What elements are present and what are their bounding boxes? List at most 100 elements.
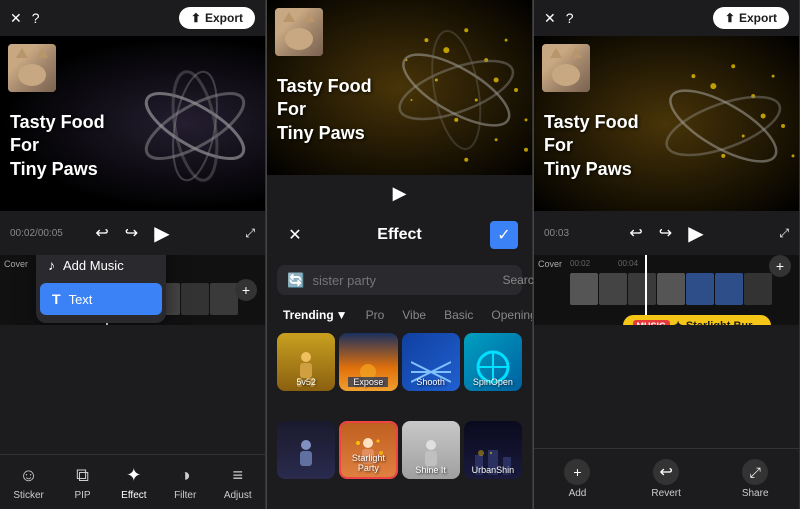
playback-bar-1: ↩ ↪ ▶ 00:02/00:05 ⤢ (0, 211, 265, 255)
preview-area-1: Tasty FoodForTiny Paws (0, 36, 265, 211)
thumb-6 (181, 283, 209, 315)
playback-bar-3: ↩ ↪ ▶ 00:03 ⤢ (534, 211, 799, 255)
text-item[interactable]: T Text (40, 283, 162, 315)
pip-icon: ⧉ (71, 463, 95, 487)
effect-name-1: Expose (339, 377, 397, 387)
cat-thumbnail-1 (8, 44, 56, 92)
share-icon: ⤢ (742, 459, 768, 485)
effect-item-3[interactable]: SpinOpen (464, 333, 522, 391)
tab-trending[interactable]: Trending ▼ (277, 305, 354, 325)
thumb-7 (210, 283, 238, 315)
thumb-3-4 (657, 273, 685, 305)
search-input[interactable] (312, 273, 488, 288)
effect-item-5[interactable]: Starlight Party (339, 421, 397, 479)
top-bar-left-1: ✕ ? (10, 10, 40, 27)
help-button-1[interactable]: ? (32, 10, 40, 26)
effect-check-button[interactable]: ✓ (490, 221, 518, 249)
action-share[interactable]: ⤢ Share (742, 459, 769, 499)
export-button-3[interactable]: ⬆ Export (713, 7, 789, 29)
music-icon: ♪ (48, 257, 55, 273)
sticker-icon: ☺ (17, 463, 41, 487)
close-button-1[interactable]: ✕ (10, 10, 22, 27)
effect-item-7[interactable]: UrbanShin (464, 421, 522, 479)
effect-name-0: 5v52 (277, 377, 335, 387)
effect-item-4[interactable] (277, 421, 335, 479)
timeline-times-3: 00:02 00:04 (570, 259, 638, 268)
time-display-3: 00:03 (544, 228, 569, 239)
tab-basic[interactable]: Basic (438, 305, 479, 325)
revert-label: Revert (651, 488, 680, 499)
export-button-1[interactable]: ⬆ Export (179, 7, 255, 29)
metallic-rings-1 (135, 66, 255, 186)
effect-name-2: Shooth (402, 377, 460, 387)
toolbar-adjust[interactable]: ≡ Adjust (224, 463, 252, 501)
trending-arrow: ▼ (336, 308, 348, 322)
timeline-area-1: 00:02 00:02 00:04 Cover + ♪ Add Music T … (0, 255, 265, 325)
starlight-tag: MUSIC (633, 320, 670, 326)
add-music-label: Add Music (63, 258, 124, 273)
expand-button-3[interactable]: ⤢ (779, 226, 789, 241)
cat-thumbnail-2 (275, 8, 323, 56)
add-clip-button-1[interactable]: + (235, 279, 257, 301)
toolbar-sticker[interactable]: ☺ Sticker (13, 463, 44, 501)
panel-2: Tasty FoodForTiny Paws ▶ ✕ Effect ✓ 🔄 Se… (267, 0, 533, 509)
play-button-1[interactable]: ▶ (154, 221, 169, 246)
toolbar-pip[interactable]: ⧉ PIP (71, 463, 95, 501)
effect-name-6: Shine It (402, 465, 460, 475)
effect-header: ✕ Effect ✓ (267, 211, 532, 259)
thumb-strip-3 (570, 273, 772, 305)
effect-close-button[interactable]: ✕ (281, 221, 309, 249)
toolbar-effect[interactable]: ✦ Effect (121, 463, 146, 501)
help-button-3[interactable]: ? (566, 10, 574, 26)
thumb-3-5 (686, 273, 714, 305)
effect-item-0[interactable]: 5v52 (277, 333, 335, 391)
action-add[interactable]: + Add (564, 459, 590, 499)
effect-thumb-4 (277, 421, 335, 479)
effect-icon: ✦ (122, 463, 146, 487)
preview-area-3: Tasty FoodForTiny Paws (534, 36, 799, 211)
undo-button-1[interactable]: ↩ (95, 223, 108, 243)
effects-grid: 5v52 Expose Shooth SpinOpen (267, 329, 532, 509)
expand-button-1[interactable]: ⤢ (245, 226, 255, 241)
filter-icon: ◑ (173, 463, 197, 487)
undo-button-3[interactable]: ↩ (629, 223, 642, 243)
cover-label-1: Cover (4, 259, 28, 269)
close-button-3[interactable]: ✕ (544, 10, 556, 27)
export-icon-1: ⬆ (191, 11, 201, 25)
tab-vibe[interactable]: Vibe (396, 305, 432, 325)
action-revert[interactable]: ↩ Revert (651, 459, 680, 499)
effect-item-1[interactable]: Expose (339, 333, 397, 391)
effect-item-6[interactable]: Shine It (402, 421, 460, 479)
popup-menu-1: ♪ Add Music T Text (36, 255, 166, 323)
thumb-3-1 (570, 273, 598, 305)
playback-bar-2: ▶ (267, 175, 532, 211)
bottom-action-bar-3: + Add ↩ Revert ⤢ Share (534, 448, 799, 509)
add-icon: + (564, 459, 590, 485)
redo-button-3[interactable]: ↪ (659, 223, 672, 243)
toolbar-filter[interactable]: ◑ Filter (173, 463, 197, 501)
preview-title-2: Tasty FoodForTiny Paws (277, 75, 372, 145)
text-icon: T (52, 291, 61, 307)
play-button-2[interactable]: ▶ (393, 183, 407, 204)
top-bar-3: ✕ ? ⬆ Export (534, 0, 799, 36)
tab-pro[interactable]: Pro (360, 305, 391, 325)
redo-button-1[interactable]: ↪ (125, 223, 138, 243)
top-bar-1: ✕ ? ⬆ Export (0, 0, 265, 36)
effect-name-5: Starlight Party (341, 453, 395, 473)
effect-item-2[interactable]: Shooth (402, 333, 460, 391)
cover-label-3: Cover (538, 259, 562, 269)
export-label-3: Export (739, 11, 777, 25)
add-music-item[interactable]: ♪ Add Music (36, 255, 166, 281)
play-button-3[interactable]: ▶ (688, 221, 703, 246)
cat-thumbnail-3 (542, 44, 590, 92)
text-label: Text (69, 292, 93, 307)
preview-area-2: Tasty FoodForTiny Paws (267, 0, 532, 175)
timeline-area-3: 00:02 00:04 Cover + MUSIC ✦ Starlight Bu… (534, 255, 799, 325)
tab-opening[interactable]: Opening&Clos (485, 305, 532, 325)
panel-3: ✕ ? ⬆ Export (534, 0, 800, 509)
export-label-1: Export (205, 11, 243, 25)
add-clip-button-3[interactable]: + (769, 255, 791, 277)
adjust-icon: ≡ (226, 463, 250, 487)
effect-name-7: UrbanShin (464, 465, 522, 475)
category-tabs: Trending ▼ Pro Vibe Basic Opening&Clos (267, 301, 532, 329)
